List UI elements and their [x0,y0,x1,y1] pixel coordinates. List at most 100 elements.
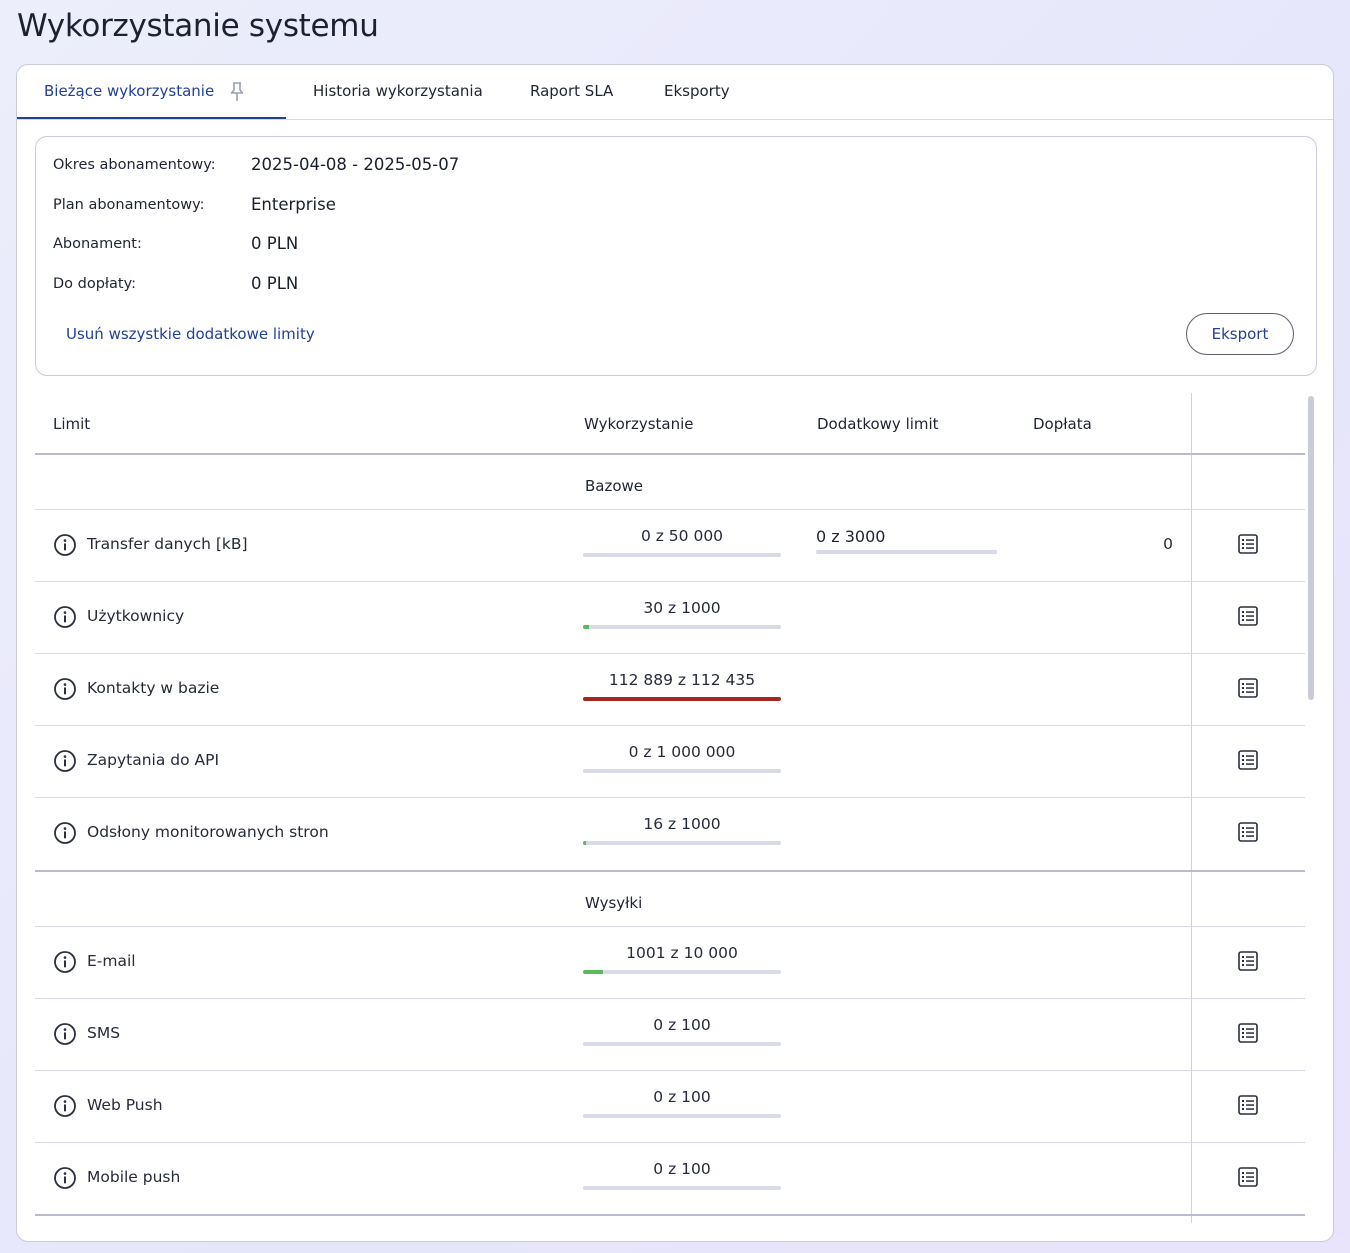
usage-meter: 16 z 1000 [583,815,781,845]
page-title: Wykorzystanie systemu [17,8,379,44]
info-icon[interactable] [53,821,77,845]
usage-value: 0 z 100 [653,1160,711,1178]
usage-meter: 0 z 50 000 [583,527,781,557]
pin-icon[interactable] [230,82,244,102]
period-label: Okres abonamentowy: [53,157,216,173]
usage-value: 0 z 100 [653,1088,711,1106]
limit-name: Kontakty w bazie [87,679,220,697]
list-detail-icon[interactable] [1237,749,1259,771]
fee-label: Abonament: [53,236,142,252]
table-row: Zapytania do API 0 z 1 000 000 [35,725,1305,797]
surcharge-value: 0 PLN [251,274,299,293]
surcharge-label: Do dopłaty: [53,276,137,292]
section-label: Bazowe [585,477,644,495]
list-detail-icon[interactable] [1237,1094,1259,1116]
remove-extra-limits-link[interactable]: Usuń wszystkie dodatkowe limity [66,325,315,343]
limit-name: E-mail [87,952,136,970]
usage-bar [583,970,781,974]
list-detail-icon[interactable] [1237,1022,1259,1044]
scrollbar-thumb[interactable] [1308,396,1314,700]
usage-value: 0 z 50 000 [640,527,724,545]
limit-name: SMS [87,1024,121,1042]
usage-bar [583,1114,781,1118]
tab-sla-report[interactable]: Raport SLA [530,65,613,119]
usage-bar [583,1042,781,1046]
tab-exports[interactable]: Eksporty [664,65,730,119]
usage-bar [583,769,781,773]
scrollbar[interactable] [1307,396,1315,1222]
info-icon[interactable] [53,1166,77,1190]
usage-meter: 112 889 z 112 435 [583,671,781,701]
extra-limit-meter: 0 z 3000 [816,527,997,554]
table-row: Odsłony monitorowanych stron 16 z 1000 [35,797,1305,869]
limit-name: Mobile push [87,1168,181,1186]
row-divider [35,870,1305,872]
usage-bar [583,1186,781,1190]
list-detail-icon[interactable] [1237,533,1259,555]
usage-value: 1001 z 10 000 [626,944,738,962]
table-row: Mobile push 0 z 100 [35,1142,1305,1214]
table-row: E-mail 1001 z 10 000 [35,926,1305,998]
tab-usage-history[interactable]: Historia wykorzystania [313,65,483,119]
header-usage: Wykorzystanie [584,415,694,433]
limit-name: Web Push [87,1096,163,1114]
list-detail-icon[interactable] [1237,1166,1259,1188]
table-row: Użytkownicy 30 z 1000 [35,581,1305,653]
limit-name: Użytkownicy [87,607,185,625]
usage-value: 112 889 z 112 435 [608,671,756,689]
usage-meter: 0 z 100 [583,1088,781,1118]
section-label: Wysyłki [585,894,643,912]
usage-value: 0 z 1 000 000 [628,743,736,761]
usage-bar-fill [583,625,589,629]
surcharge-value: 0 [1163,535,1173,553]
limit-name: Zapytania do API [87,751,220,769]
row-divider [35,1214,1305,1216]
usage-value: 30 z 1000 [643,599,721,617]
list-detail-icon[interactable] [1237,677,1259,699]
list-detail-icon[interactable] [1237,605,1259,627]
plan-value: Enterprise [251,195,336,214]
usage-value: 0 z 100 [653,1016,711,1034]
table-row: SMS 0 z 100 [35,998,1305,1070]
table-row: Kontakty w bazie 112 889 z 112 435 [35,653,1305,725]
info-icon[interactable] [53,677,77,701]
tab-current-usage[interactable]: Bieżące wykorzystanie [17,65,286,119]
table-row: Web Push 0 z 100 [35,1070,1305,1142]
list-detail-icon[interactable] [1237,950,1259,972]
usage-panel: Bieżące wykorzystanie Historia wykorzyst… [16,64,1334,1242]
tab-bar: Bieżące wykorzystanie Historia wykorzyst… [17,65,1333,120]
usage-bar [583,553,781,557]
plan-label: Plan abonamentowy: [53,197,205,213]
usage-bar-fill [583,970,603,974]
header-extra-limit: Dodatkowy limit [817,415,939,433]
usage-bar [583,697,781,701]
table-row: Transfer danych [kB] 0 z 50 000 0 z 3000 0 [35,509,1305,581]
extra-limit-value: 0 z 3000 [816,527,886,546]
usage-bar [583,625,781,629]
usage-meter: 0 z 100 [583,1160,781,1190]
subscription-summary: Okres abonamentowy: 2025-04-08 - 2025-05… [35,136,1317,376]
info-icon[interactable] [53,1094,77,1118]
limit-name: Odsłony monitorowanych stron [87,823,329,841]
usage-value: 16 z 1000 [643,815,721,833]
usage-meter: 1001 z 10 000 [583,944,781,974]
usage-bar [583,841,781,845]
info-icon[interactable] [53,950,77,974]
info-icon[interactable] [53,1022,77,1046]
info-icon[interactable] [53,533,77,557]
limit-name: Transfer danych [kB] [87,535,248,553]
tab-label: Bieżące wykorzystanie [44,82,215,100]
usage-bar-fill [583,841,587,845]
info-icon[interactable] [53,749,77,773]
usage-bar-fill [583,697,781,701]
period-value: 2025-04-08 - 2025-05-07 [251,155,460,174]
usage-meter: 30 z 1000 [583,599,781,629]
usage-table: Limit Wykorzystanie Dodatkowy limit Dopł… [35,393,1307,1223]
usage-meter: 0 z 100 [583,1016,781,1046]
extra-limit-bar [816,550,997,554]
usage-meter: 0 z 1 000 000 [583,743,781,773]
info-icon[interactable] [53,605,77,629]
header-limit: Limit [53,415,91,433]
export-button[interactable]: Eksport [1186,313,1294,355]
list-detail-icon[interactable] [1237,821,1259,843]
